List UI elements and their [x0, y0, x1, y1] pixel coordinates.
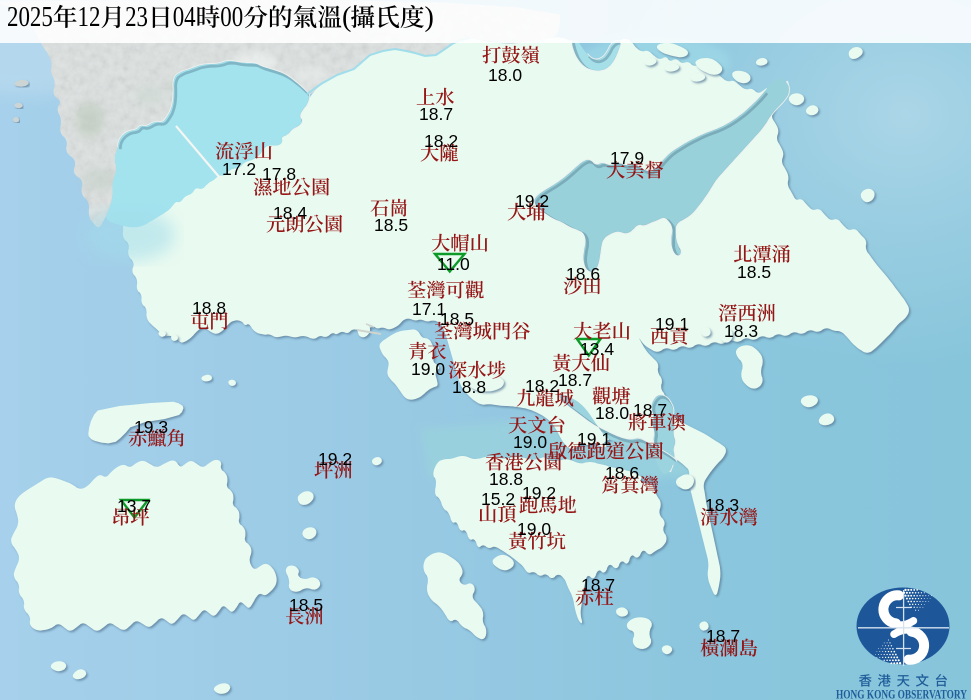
- svg-text:19.0: 19.0: [517, 519, 551, 539]
- svg-text:18.5: 18.5: [289, 595, 323, 615]
- svg-text:18.7: 18.7: [706, 626, 740, 646]
- svg-text:18.7: 18.7: [419, 104, 453, 124]
- svg-text:19.0: 19.0: [513, 432, 547, 452]
- svg-text:11.0: 11.0: [437, 254, 470, 274]
- svg-text:15.2: 15.2: [481, 489, 515, 509]
- svg-text:13.4: 13.4: [580, 339, 614, 359]
- svg-text:18.3: 18.3: [724, 321, 758, 341]
- svg-text:18.3: 18.3: [705, 495, 739, 515]
- svg-text:18.8: 18.8: [452, 377, 486, 397]
- svg-text:13.7: 13.7: [117, 496, 151, 516]
- svg-text:18.2: 18.2: [424, 131, 458, 151]
- svg-text:18.2: 18.2: [525, 376, 559, 396]
- svg-text:19.2: 19.2: [318, 449, 352, 469]
- svg-text:19.1: 19.1: [577, 429, 611, 449]
- svg-text:18.8: 18.8: [489, 469, 523, 489]
- svg-text:18.5: 18.5: [737, 262, 771, 282]
- svg-text:00: 00: [220, 2, 243, 33]
- svg-text:19.1: 19.1: [655, 314, 689, 334]
- svg-text:04: 04: [173, 2, 196, 33]
- svg-text:17.2: 17.2: [222, 159, 256, 179]
- svg-text:18.6: 18.6: [605, 463, 639, 483]
- svg-text:17.9: 17.9: [610, 148, 644, 168]
- svg-text:2025: 2025: [7, 2, 53, 33]
- svg-text:HONG KONG OBSERVATORY: HONG KONG OBSERVATORY: [836, 687, 967, 700]
- svg-text:18.7: 18.7: [558, 370, 592, 390]
- svg-text:18.7: 18.7: [581, 575, 615, 595]
- svg-text:19.0: 19.0: [411, 359, 445, 379]
- svg-text:23: 23: [125, 2, 148, 33]
- svg-text:): ): [425, 2, 434, 33]
- svg-text:17.8: 17.8: [262, 164, 296, 184]
- svg-text:12: 12: [78, 2, 101, 33]
- svg-text:19.3: 19.3: [134, 417, 168, 437]
- svg-text:18.4: 18.4: [273, 203, 307, 223]
- svg-text:18.0: 18.0: [595, 403, 629, 423]
- svg-text:18.8: 18.8: [192, 298, 226, 318]
- svg-text:(: (: [342, 2, 351, 33]
- svg-text:18.6: 18.6: [566, 264, 600, 284]
- svg-text:19.2: 19.2: [515, 191, 549, 211]
- svg-text:18.0: 18.0: [488, 65, 522, 85]
- svg-text:18.5: 18.5: [374, 215, 408, 235]
- svg-text:18.7: 18.7: [633, 400, 667, 420]
- svg-text:18.5: 18.5: [440, 309, 474, 329]
- svg-text:19.2: 19.2: [522, 483, 556, 503]
